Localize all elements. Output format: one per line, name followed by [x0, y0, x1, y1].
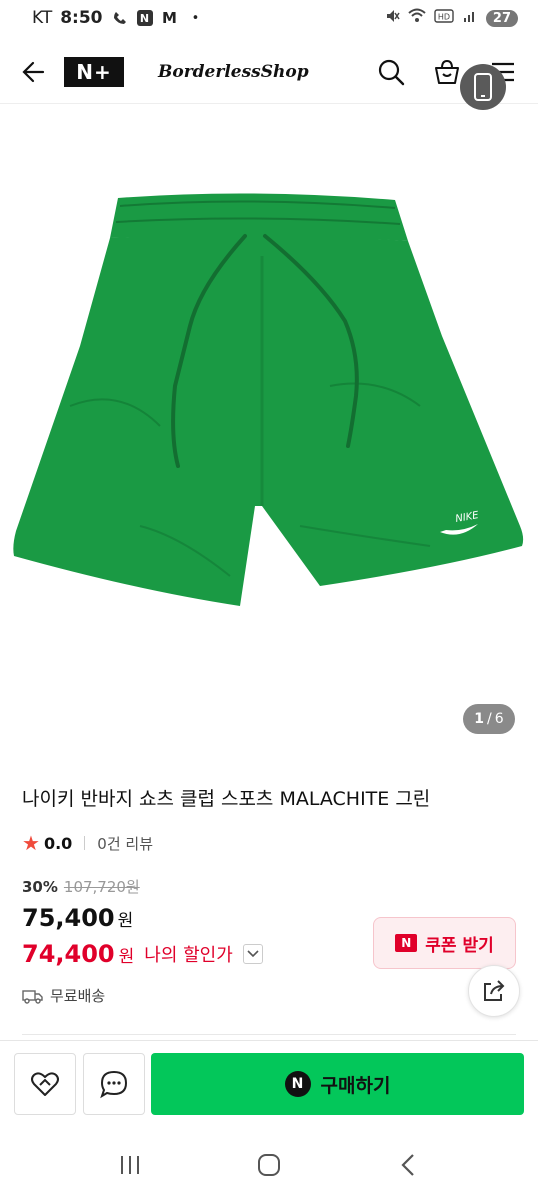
search-button[interactable]: [376, 57, 406, 87]
floating-phone-button[interactable]: [460, 64, 506, 110]
chevron-left-icon: [401, 1154, 415, 1176]
my-discount-price: 74,400: [22, 940, 115, 968]
shipping-info: 무료배송: [22, 985, 105, 1006]
system-nav-bar: [0, 1130, 538, 1200]
system-back-button[interactable]: [388, 1145, 428, 1185]
shopping-bag-icon: [435, 59, 459, 84]
status-right: HD 27: [384, 8, 518, 28]
home-icon: [257, 1154, 280, 1176]
shorts-illustration: NIKE: [13, 193, 524, 606]
my-discount-price-row[interactable]: 74,400 원 나의 할인가: [22, 940, 263, 968]
hd-icon: HD: [434, 9, 454, 27]
status-bar: KT 8:50 N M • HD 27: [0, 0, 538, 36]
more-notifications-dot: •: [191, 10, 200, 26]
back-button[interactable]: [20, 58, 48, 86]
wishlist-button[interactable]: [14, 1053, 76, 1115]
shipping-label: 무료배송: [50, 987, 106, 1005]
coupon-label: 쿠폰 받기: [425, 935, 494, 956]
rating-row: ★ 0.0 0건 리뷰: [22, 831, 153, 855]
current-page: 1: [474, 711, 485, 727]
signal-icon: [462, 9, 478, 27]
star-icon: ★: [22, 831, 40, 855]
buy-label: 구매하기: [320, 1074, 391, 1097]
sale-price: 75,400: [22, 904, 115, 932]
rating-value: 0.0: [43, 833, 73, 853]
divider: [84, 836, 86, 850]
carrier-label: KT: [32, 8, 53, 28]
sale-price-unit: 원: [117, 911, 134, 931]
heart-icon: [31, 1072, 59, 1096]
wifi-icon: [408, 8, 426, 28]
product-image[interactable]: NIKE: [0, 106, 538, 756]
chevron-down-icon: [247, 950, 259, 958]
total-pages: 6: [494, 711, 504, 727]
gmail-notification-icon: M: [162, 9, 177, 27]
discount-row: 30% 107,720원: [22, 876, 140, 897]
svg-text:HD: HD: [438, 13, 450, 22]
talk-talk-button[interactable]: [83, 1053, 145, 1115]
expand-discount-button[interactable]: [242, 944, 263, 964]
home-button[interactable]: [249, 1145, 289, 1185]
naver-plus-logo[interactable]: N+: [64, 56, 124, 87]
product-title: 나이키 반바지 쇼츠 클럽 스포츠 MALACHITE 그린: [22, 788, 431, 810]
naver-badge-icon: N: [395, 934, 418, 952]
section-divider: [22, 1034, 516, 1035]
my-discount-label: 나의 할인가: [144, 945, 233, 966]
clock: 8:50: [60, 8, 103, 28]
my-discount-price-unit: 원: [118, 946, 135, 967]
status-left: KT 8:50 N M •: [32, 8, 205, 28]
share-icon: [484, 980, 505, 1001]
arrow-left-icon: [22, 61, 45, 82]
original-price: 107,720원: [63, 878, 140, 896]
shop-name[interactable]: BorderlessShop: [158, 62, 309, 82]
review-count-link[interactable]: 0건 리뷰: [97, 833, 153, 854]
recent-apps-button[interactable]: [110, 1145, 150, 1185]
search-icon: [378, 59, 405, 85]
recent-apps-icon: [120, 1156, 139, 1174]
price-row: 75,400 원: [22, 904, 133, 932]
buy-button[interactable]: N 구매하기: [151, 1053, 524, 1115]
naver-pay-icon: N: [284, 1071, 311, 1097]
phone-icon: [474, 73, 492, 101]
phone-call-icon: [111, 9, 129, 27]
app-header: N+ BorderlessShop: [0, 40, 538, 104]
bottom-action-bar: N 구매하기: [0, 1040, 538, 1128]
mute-icon: [384, 8, 400, 28]
image-page-indicator: 1 / 6: [463, 704, 515, 734]
coupon-button[interactable]: N 쿠폰 받기: [373, 917, 516, 969]
battery-indicator: 27: [485, 9, 518, 27]
cart-button[interactable]: [432, 57, 462, 87]
share-button[interactable]: [468, 965, 520, 1017]
naver-notification-icon: N: [136, 10, 153, 26]
truck-icon: [22, 989, 43, 1004]
chat-icon: [100, 1070, 128, 1099]
discount-rate: 30%: [22, 877, 58, 896]
page-separator: /: [487, 711, 492, 727]
